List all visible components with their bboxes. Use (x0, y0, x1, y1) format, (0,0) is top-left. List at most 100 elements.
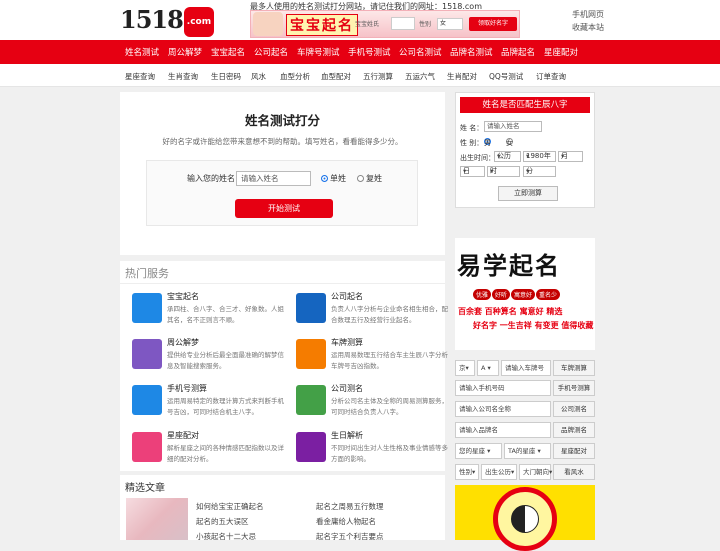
door-direction-select[interactable]: 大门朝向▾ (519, 464, 552, 480)
service-name[interactable]: 公司测名 (331, 383, 363, 394)
company-test-button[interactable]: 公司测名 (553, 401, 595, 417)
service-item[interactable]: 宝宝起名 承四柱、合八字、合三才、好象数。人姐其名，名不正则言不顺。 (126, 291, 286, 335)
ad-title: 易学起名 (457, 251, 561, 280)
nav-item[interactable]: 星座配对 (544, 46, 578, 58)
subnav-item[interactable]: 五行测算 (363, 71, 393, 82)
brand-test-button[interactable]: 品牌测名 (553, 422, 595, 438)
article-link[interactable]: 起名之周易五行数理 (316, 501, 384, 512)
birth-label: 出生时间： (460, 154, 495, 162)
company-tool: 请输入公司名全称 公司测名 (455, 401, 595, 417)
ad-line-1: 百余套 百种算名 寓意好 精选 (458, 307, 563, 316)
month-select[interactable]: 月 ▾ (558, 151, 583, 162)
banner-surname-input[interactable] (391, 17, 415, 30)
mobile-site-link[interactable]: 手机网页 (572, 8, 604, 21)
service-item[interactable]: 车牌测算运用周易数理五行结合车主生辰八字分析车牌号吉凶指数。 (290, 337, 450, 381)
article-link[interactable]: 起名的五大误区 (196, 516, 249, 527)
calendar-select[interactable]: 公历 ▾ (494, 151, 521, 162)
company-input[interactable]: 请输入公司名全称 (455, 401, 551, 417)
yin-yang-icon (511, 505, 539, 533)
hot-services-panel: 热门服务 宝宝起名 承四柱、合八字、合三才、好象数。人姐其名，名不正则言不顺。 公司… (120, 261, 448, 474)
section-title: 精选文章 (125, 483, 165, 494)
service-item[interactable]: 生日解析 不同时间出生对人生性格及事业情感等多方面的影响。 (290, 430, 450, 474)
site-header: 1518 .com 最多人使用的姓名测试打分网站，请记住我们的网址：1518.co… (0, 0, 720, 40)
bookmark-link[interactable]: 收藏本站 (572, 21, 604, 34)
calculate-button[interactable]: 立即测算 (498, 186, 558, 201)
your-zodiac-select[interactable]: 您的星座 ▾ (455, 443, 502, 459)
subnav-item[interactable]: 风水 (251, 71, 266, 82)
phone-test-button[interactable]: 手机号测算 (553, 380, 595, 396)
subnav-item[interactable]: QQ号测试 (489, 71, 523, 82)
their-zodiac-select[interactable]: TA的星座 ▾ (504, 443, 551, 459)
service-name[interactable]: 车牌测算 (331, 337, 363, 348)
subnav-item[interactable]: 五运六气 (405, 71, 435, 82)
service-desc: 负责人八字分析与企业命名相生相合，配合数理五行及经营行业起名。 (331, 305, 448, 324)
nav-item[interactable]: 姓名测试 (125, 46, 159, 58)
phone-input[interactable]: 请输入手机号码 (455, 380, 551, 396)
subnav-item[interactable]: 生肖配对 (447, 71, 477, 82)
service-item[interactable]: 公司起名负责人八字分析与企业命名相生相合，配合数理五行及经营行业起名。 (290, 291, 450, 335)
name-input[interactable]: 请输入姓名 (236, 171, 311, 186)
baby-naming-banner[interactable]: 宝宝起名 宝宝姓氏 性别 女 领取好名字 (250, 10, 520, 38)
radio-unchecked-icon (357, 175, 364, 182)
cake-icon (296, 432, 326, 462)
name-label: 姓 名： (460, 124, 484, 132)
article-link[interactable]: 小孩起名十二大忌 (196, 531, 256, 542)
book-icon (132, 339, 162, 369)
subnav-item[interactable]: 血型分析 (280, 71, 310, 82)
single-surname-radio[interactable]: 单姓 (321, 173, 346, 184)
section-title: 热门服务 (125, 267, 169, 280)
article-link[interactable]: 看金庸给人物起名 (316, 516, 376, 527)
service-item[interactable]: 周公解梦 提供给专业分析后最全面最准确的解梦信息及智能搜索服务。 (126, 337, 286, 381)
nav-item[interactable]: 手机号测试 (348, 46, 391, 58)
plate-test-button[interactable]: 车牌测算 (553, 360, 595, 376)
service-name[interactable]: 手机号测算 (167, 383, 207, 394)
service-item[interactable]: 手机号测算 运用周易特定的数理计算方式来判断手机号吉凶，可同时结合机主八字。 (126, 383, 286, 427)
site-logo[interactable]: 1518 .com (120, 6, 215, 37)
sidebar-name-input[interactable]: 请输入姓名 (484, 121, 542, 132)
double-surname-radio[interactable]: 复姓 (357, 173, 382, 184)
plate-letter-select[interactable]: A ▾ (477, 360, 499, 376)
nav-item[interactable]: 公司起名 (254, 46, 288, 58)
day-select[interactable]: 日 ▾ (460, 166, 485, 177)
service-desc: 运用周易数理五行结合车主生辰八字分析车牌号吉凶指数。 (331, 351, 448, 370)
service-name[interactable]: 星座配对 (167, 430, 199, 441)
plate-input[interactable]: 请输入车牌号 (501, 360, 551, 376)
nav-item[interactable]: 车牌号测试 (297, 46, 340, 58)
building-icon (296, 293, 326, 323)
service-item[interactable]: 公司测名 分析公司名主体及全称的周易测算服务，可同时结合负责人八字。 (290, 383, 450, 427)
articles-panel: 精选文章 如何给宝宝正确起名 起名之周易五行数理 起名的五大误区 看金庸给人物起… (120, 475, 445, 542)
fengshui-button[interactable]: 看风水 (553, 464, 595, 480)
service-name[interactable]: 生日解析 (331, 430, 363, 441)
subnav-item[interactable]: 生肖查询 (168, 71, 198, 82)
subnav-item[interactable]: 订单查询 (536, 71, 566, 82)
nav-item[interactable]: 周公解梦 (168, 46, 202, 58)
brand-input[interactable]: 请输入品牌名 (455, 422, 551, 438)
subnav-item[interactable]: 星座查询 (125, 71, 155, 82)
article-link[interactable]: 起名字五个利吉要点 (316, 531, 384, 542)
article-link[interactable]: 如何给宝宝正确起名 (196, 501, 264, 512)
subnav-item[interactable]: 生日密码 (211, 71, 241, 82)
gender-select[interactable]: 性别▾ (455, 464, 479, 480)
zodiac-match-button[interactable]: 星座配对 (553, 443, 595, 459)
nav-item[interactable]: 品牌起名 (501, 46, 535, 58)
birth-calendar-select[interactable]: 出生公历▾ (481, 464, 517, 480)
nav-item[interactable]: 公司名测试 (399, 46, 442, 58)
province-select[interactable]: 京▾ (455, 360, 475, 376)
divider (120, 283, 445, 284)
service-name[interactable]: 公司起名 (331, 291, 363, 302)
service-name[interactable]: 周公解梦 (167, 337, 199, 348)
article-thumbnail[interactable] (126, 498, 188, 540)
start-test-button[interactable]: 开始测试 (235, 199, 333, 218)
bagua-ad-banner[interactable] (455, 485, 595, 551)
nav-item[interactable]: 宝宝起名 (211, 46, 245, 58)
naming-ad-banner[interactable]: 易学起名 优雅 好听 寓意好 重名少 百余套 百种算名 寓意好 精选 好名字 一生吉祥… (455, 238, 595, 350)
hour-select[interactable]: 时 ▾ (487, 166, 520, 177)
service-name[interactable]: 宝宝起名 (167, 291, 199, 302)
banner-gender-select[interactable]: 女 (437, 18, 463, 30)
service-item[interactable]: 星座配对 解析星座之间的各种情感匹配指数以及详细的配对分析。 (126, 430, 286, 474)
minute-select[interactable]: 分 ▾ (523, 166, 556, 177)
year-select[interactable]: 1980年 ▾ (523, 151, 556, 162)
subnav-item[interactable]: 血型配对 (321, 71, 351, 82)
banner-submit-button[interactable]: 领取好名字 (469, 17, 517, 31)
nav-item[interactable]: 品牌名测试 (450, 46, 493, 58)
